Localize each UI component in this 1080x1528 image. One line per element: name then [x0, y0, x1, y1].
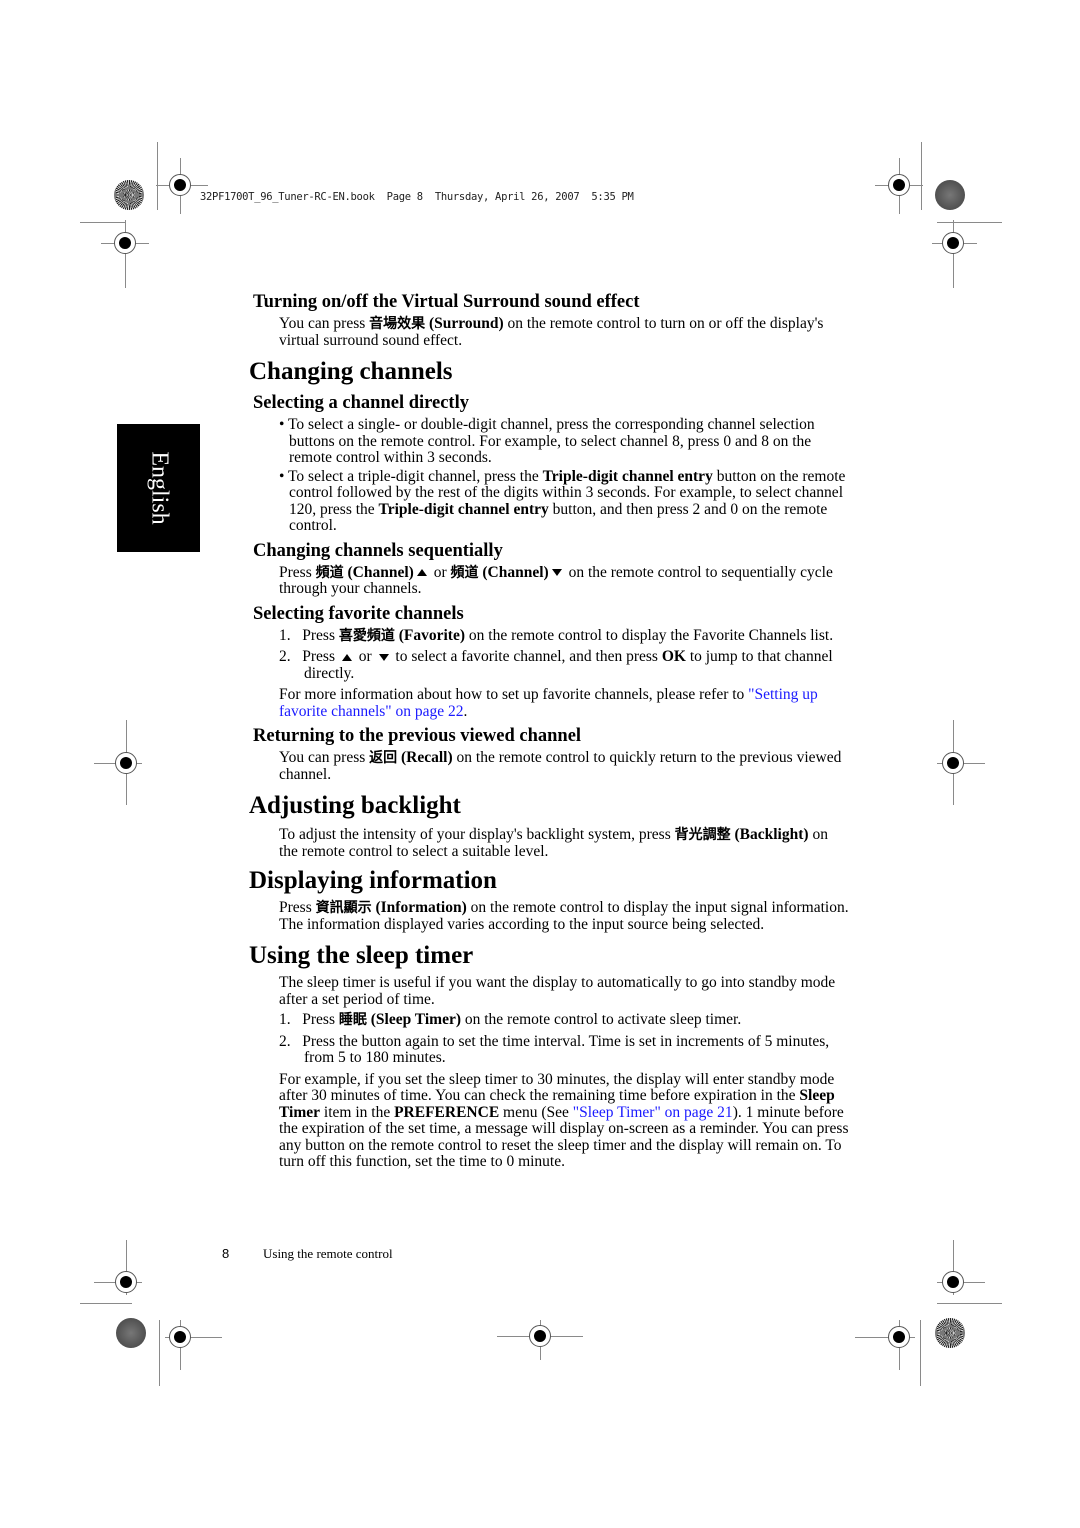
up-arrow-icon	[341, 653, 352, 661]
registration-mark-icon	[114, 232, 136, 254]
color-target-icon	[114, 180, 144, 210]
down-arrow-icon	[378, 653, 389, 661]
section-information: Displaying information Press 資訊顯示 (Infor…	[249, 866, 849, 933]
color-target-icon	[116, 1318, 146, 1348]
section-sleep-timer: Using the sleep timer The sleep timer is…	[249, 941, 849, 1171]
chapter-title: Using the remote control	[263, 1246, 393, 1261]
registration-mark-icon	[169, 174, 191, 196]
section-heading: Changing channels	[249, 358, 453, 385]
page-content: Turning on/off the Virtual Surround soun…	[249, 290, 849, 1171]
section-heading: Displaying information	[249, 867, 497, 894]
color-target-icon	[935, 180, 965, 210]
paragraph: For example, if you set the sleep timer …	[279, 1070, 849, 1170]
paragraph: Press 頻道 (Channel) or 頻道 (Channel) on th…	[279, 563, 833, 597]
section-heading: Adjusting backlight	[249, 792, 461, 819]
down-arrow-icon	[551, 569, 562, 577]
paragraph: To adjust the intensity of your display'…	[279, 826, 828, 860]
subheading: Selecting favorite channels	[253, 603, 464, 624]
subheading: Changing channels sequentially	[253, 540, 503, 561]
subheading: Selecting a channel directly	[253, 393, 469, 413]
registration-mark-icon	[169, 1326, 191, 1348]
registration-mark-icon	[888, 174, 910, 196]
print-slug: 32PF1700T_96_Tuner-RC-EN.book Page 8 Thu…	[200, 191, 634, 203]
registration-mark-icon	[942, 752, 964, 774]
registration-mark-icon	[888, 1326, 910, 1348]
list-item: 1. Press 睡眠 (Sleep Timer) on the remote …	[279, 1011, 742, 1028]
registration-mark-icon	[942, 232, 964, 254]
list-item: 2. Press the button again to set the tim…	[279, 1032, 830, 1066]
subheading: Returning to the previous viewed channel	[253, 726, 582, 746]
color-target-icon	[935, 1318, 965, 1348]
paragraph: Press 資訊顯示 (Information) on the remote c…	[279, 899, 849, 933]
list-item: 2. Press or to select a favorite channel…	[279, 648, 833, 682]
language-tab-label: English	[146, 451, 172, 525]
section-backlight: Adjusting backlight To adjust the intens…	[249, 791, 849, 860]
list-item: • To select a single- or double-digit ch…	[279, 416, 815, 466]
registration-mark-icon	[115, 1271, 137, 1293]
section-changing-channels: Changing channels Selecting a channel di…	[249, 357, 849, 783]
page-number: 8	[222, 1246, 230, 1261]
registration-mark-icon	[115, 752, 137, 774]
section-surround: Turning on/off the Virtual Surround soun…	[249, 290, 849, 349]
paragraph: You can press 音場效果 (Surround) on the rem…	[279, 315, 824, 349]
subheading: Turning on/off the Virtual Surround soun…	[253, 292, 640, 312]
cross-reference-link[interactable]: "Sleep Timer" on page 21	[573, 1104, 733, 1121]
language-tab: English	[117, 424, 200, 552]
section-heading: Using the sleep timer	[249, 942, 474, 969]
list-item: • To select a triple-digit channel, pres…	[279, 467, 846, 534]
registration-mark-icon	[942, 1271, 964, 1293]
paragraph: You can press 返回 (Recall) on the remote …	[279, 749, 842, 783]
registration-mark-icon	[529, 1325, 551, 1347]
up-arrow-icon	[416, 569, 427, 577]
paragraph: The sleep timer is useful if you want th…	[279, 974, 836, 1008]
list-item: 1. Press 喜愛頻道 (Favorite) on the remote c…	[279, 626, 834, 644]
paragraph: For more information about how to set up…	[279, 686, 818, 720]
